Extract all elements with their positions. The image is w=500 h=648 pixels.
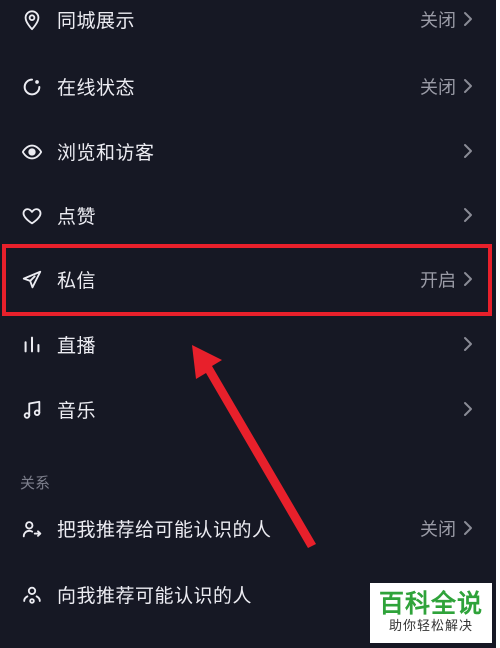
- chevron-right-icon: [462, 335, 474, 353]
- user-recommend-icon: [20, 583, 44, 607]
- setting-value: 开启: [420, 270, 456, 292]
- setting-row-online-status[interactable]: 在线状态 关闭: [0, 55, 496, 119]
- setting-label: 浏览和访客: [57, 141, 155, 164]
- heart-icon: [20, 204, 44, 228]
- watermark-logo: 百科全说 助你轻松解决: [370, 583, 492, 643]
- location-pin-icon: [20, 8, 44, 32]
- setting-label: 把我推荐给可能认识的人: [57, 518, 272, 541]
- user-share-icon: [20, 517, 44, 541]
- setting-row-likes[interactable]: 点赞: [0, 184, 496, 248]
- chevron-right-icon: [462, 142, 474, 160]
- setting-row-recommend-me-to-others[interactable]: 把我推荐给可能认识的人 关闭: [0, 497, 496, 561]
- setting-row-live[interactable]: 直播: [0, 313, 496, 377]
- setting-label: 在线状态: [57, 76, 136, 99]
- music-note-icon: [20, 398, 44, 422]
- watermark-subtitle: 助你轻松解决: [388, 619, 473, 634]
- privacy-settings-screen: 同城展示 关闭 在线状态 关闭 浏览和访客 点赞 私信 开启 直播 音乐 关系 …: [0, 0, 496, 648]
- setting-row-music[interactable]: 音乐: [0, 378, 496, 442]
- chevron-right-icon: [462, 77, 474, 95]
- chevron-right-icon: [462, 519, 474, 537]
- setting-value: 关闭: [420, 10, 456, 32]
- setting-row-direct-messages[interactable]: 私信 开启: [0, 248, 496, 312]
- setting-label: 直播: [57, 334, 97, 357]
- setting-label: 音乐: [57, 399, 97, 422]
- watermark-title: 百科全说: [378, 589, 483, 618]
- setting-label: 向我推荐可能认识的人: [57, 584, 253, 607]
- setting-label: 同城展示: [57, 9, 136, 32]
- chevron-right-icon: [462, 10, 474, 28]
- setting-row-nearby-display[interactable]: 同城展示 关闭: [0, 0, 496, 52]
- live-bars-icon: [20, 333, 44, 357]
- paper-plane-icon: [20, 268, 44, 292]
- chevron-right-icon: [462, 270, 474, 288]
- section-header-relations: 关系: [20, 474, 51, 492]
- eye-icon: [20, 140, 44, 164]
- setting-row-views-visitors[interactable]: 浏览和访客: [0, 120, 496, 184]
- online-status-icon: [20, 75, 44, 99]
- chevron-right-icon: [462, 400, 474, 418]
- setting-value: 关闭: [420, 77, 456, 99]
- setting-label: 私信: [57, 269, 97, 292]
- setting-value: 关闭: [420, 519, 456, 541]
- chevron-right-icon: [462, 206, 474, 224]
- setting-label: 点赞: [57, 205, 97, 228]
